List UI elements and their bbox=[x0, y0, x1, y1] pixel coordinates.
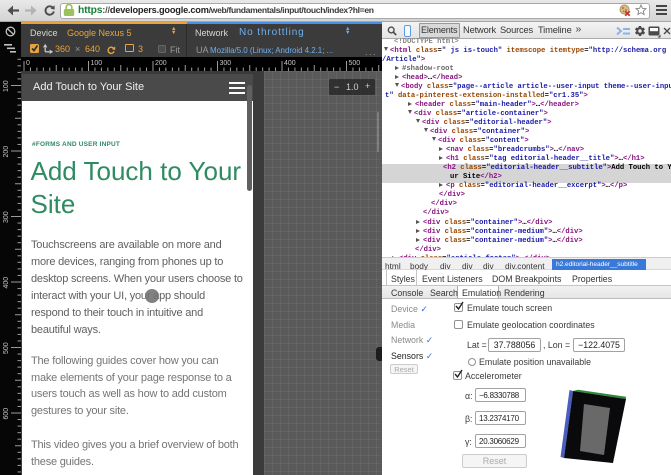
svg-text:100: 100 bbox=[3, 80, 10, 92]
svg-text:300: 300 bbox=[220, 60, 232, 67]
svg-text:0: 0 bbox=[26, 60, 30, 67]
svg-text:100: 100 bbox=[91, 60, 103, 67]
svg-text:500: 500 bbox=[349, 60, 361, 67]
svg-text:400: 400 bbox=[284, 60, 296, 67]
svg-text:400: 400 bbox=[3, 277, 10, 289]
svg-text:500: 500 bbox=[3, 342, 10, 354]
svg-text:300: 300 bbox=[3, 211, 10, 223]
svg-text:200: 200 bbox=[155, 60, 167, 67]
svg-text:600: 600 bbox=[3, 408, 10, 420]
svg-text:200: 200 bbox=[3, 146, 10, 158]
